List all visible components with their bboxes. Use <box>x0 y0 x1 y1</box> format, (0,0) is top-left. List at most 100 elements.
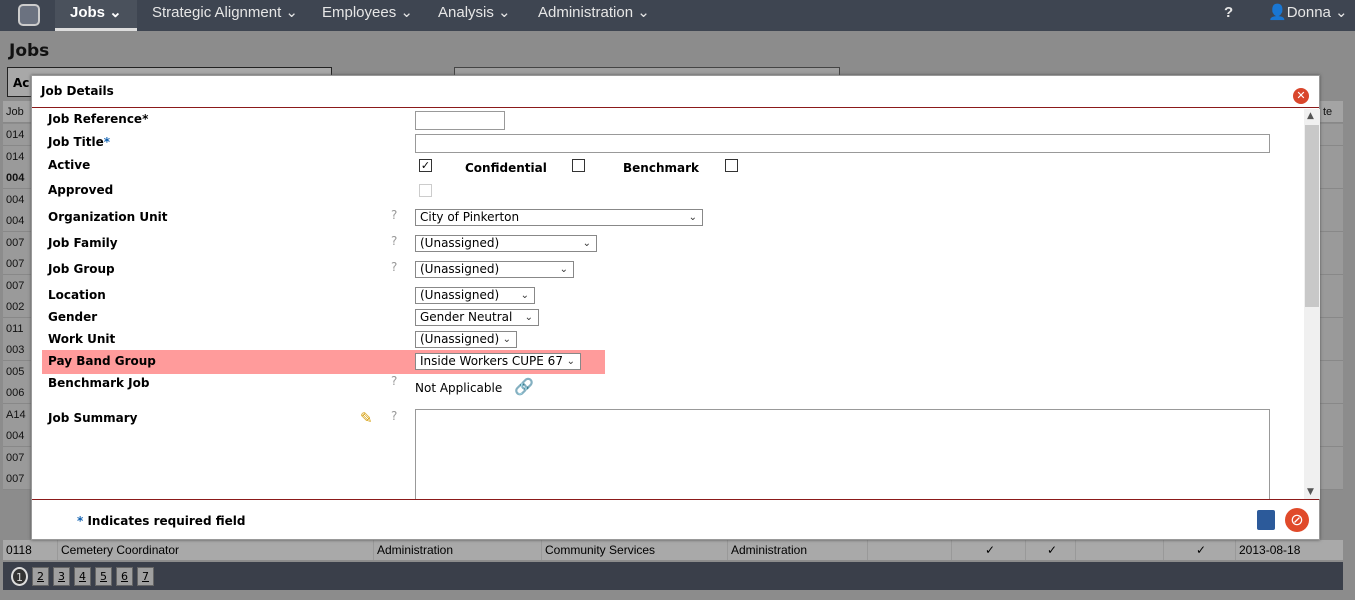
close-icon[interactable]: ✕ <box>1293 88 1309 104</box>
label-organization-unit: Organization Unit <box>48 210 168 224</box>
toolbar-label: Ac <box>13 76 30 90</box>
pagination: 1234567 <box>3 562 1343 590</box>
page-title: Jobs <box>9 41 50 61</box>
nav-label: Strategic Alignment <box>152 4 282 21</box>
job-summary-textarea[interactable] <box>415 409 1270 499</box>
page-2-button[interactable]: 2 <box>32 567 49 586</box>
dialog-title: Job Details <box>41 84 114 98</box>
nav-analysis[interactable]: Analysis ⌄ <box>438 0 511 31</box>
dialog-footer: * Indicates required field ⊘ <box>32 499 1319 541</box>
cell-title: Cemetery Coordinator <box>57 540 179 560</box>
column-header: te <box>1323 106 1333 118</box>
nav-label: Analysis <box>438 4 494 21</box>
label-benchmark-job: Benchmark Job <box>48 376 150 390</box>
cell-code: 007 <box>6 473 25 485</box>
cell-code: 004 <box>6 430 25 442</box>
cell-code: 007 <box>6 279 25 292</box>
cell-code: 004 <box>6 215 25 227</box>
user-name: Donna <box>1286 4 1331 21</box>
label-gender: Gender <box>48 310 98 324</box>
label-confidential: Confidential <box>465 161 547 175</box>
job-group-select[interactable]: (Unassigned) ⌄ <box>415 261 574 278</box>
label-job-reference: Job Reference* <box>48 112 149 126</box>
app-logo-icon[interactable] <box>18 4 40 26</box>
cell-group: Administration <box>727 540 807 560</box>
job-details-dialog: Job Details ✕ Job Reference* Job Title* … <box>31 75 1320 540</box>
nav-label: Employees <box>322 4 397 21</box>
nav-employees[interactable]: Employees ⌄ <box>322 0 413 31</box>
page-6-button[interactable]: 6 <box>116 567 133 586</box>
label-location: Location <box>48 288 106 302</box>
gender-select[interactable]: Gender Neutral ⌄ <box>415 309 539 326</box>
link-icon[interactable]: 🔗 <box>514 377 534 396</box>
cell-family: Administration <box>373 540 453 560</box>
pencil-icon[interactable]: ✎ <box>360 409 373 427</box>
nav-label: Jobs <box>70 4 106 21</box>
scroll-down-icon[interactable]: ▼ <box>1307 487 1314 497</box>
table-row[interactable]: 0118 Cemetery Coordinator Administration… <box>3 540 1343 560</box>
label-pay-band-group: Pay Band Group <box>48 354 156 368</box>
active-checkbox[interactable]: ✓ <box>419 159 432 172</box>
cell-code: A14 <box>6 408 26 421</box>
nav-administration[interactable]: Administration ⌄ <box>538 0 650 31</box>
cell-code: 014 <box>6 129 25 141</box>
cell-code: 007 <box>6 236 25 249</box>
label-job-family: Job Family <box>48 236 118 250</box>
job-title-input[interactable] <box>415 134 1270 153</box>
organization-unit-select[interactable]: City of Pinkerton ⌄ <box>415 209 703 226</box>
help-icon[interactable]: ? <box>391 260 397 274</box>
page-3-button[interactable]: 3 <box>53 567 70 586</box>
nav-jobs[interactable]: Jobs ⌄ <box>55 0 137 31</box>
user-menu[interactable]: 👤Donna ⌄ <box>1268 0 1348 31</box>
help-icon[interactable]: ? <box>391 234 397 248</box>
dialog-body: Job Reference* Job Title* Active ✓ Confi… <box>32 109 1304 499</box>
pay-band-group-select[interactable]: Inside Workers CUPE 67 ⌄ <box>415 353 581 370</box>
cancel-icon[interactable]: ⊘ <box>1285 508 1309 532</box>
cell-code: 002 <box>6 301 25 313</box>
label-job-summary: Job Summary <box>48 411 138 425</box>
cell-code: 003 <box>6 344 25 356</box>
column-header: Job <box>6 106 24 118</box>
help-icon[interactable]: ? <box>391 208 397 222</box>
label-active: Active <box>48 158 91 172</box>
nav-strategic-alignment[interactable]: Strategic Alignment ⌄ <box>152 0 298 31</box>
cell-code: 004 <box>6 193 25 206</box>
help-icon[interactable]: ? <box>391 409 397 423</box>
cell-code: 004 <box>6 172 25 184</box>
label-work-unit: Work Unit <box>48 332 116 346</box>
confidential-checkbox[interactable] <box>572 159 585 172</box>
dialog-header: Job Details ✕ <box>32 76 1319 108</box>
page-4-button[interactable]: 4 <box>74 567 91 586</box>
cell-date: 2013-08-18 <box>1235 540 1300 560</box>
dialog-scrollbar[interactable]: ▲ ▼ <box>1304 109 1320 499</box>
help-icon[interactable]: ? <box>391 374 397 388</box>
cell-code: 014 <box>6 150 25 163</box>
work-unit-select[interactable]: (Unassigned) ⌄ <box>415 331 517 348</box>
job-reference-input[interactable] <box>415 111 505 130</box>
nav-label: Administration <box>538 4 634 21</box>
save-icon[interactable] <box>1257 510 1275 530</box>
cell-code: 007 <box>6 451 25 464</box>
scrollbar-thumb[interactable] <box>1305 125 1319 307</box>
cell-check: ✓ <box>1025 540 1075 560</box>
page-5-button[interactable]: 5 <box>95 567 112 586</box>
page-1-button[interactable]: 1 <box>11 567 28 586</box>
benchmark-checkbox[interactable] <box>725 159 738 172</box>
cell-code: 006 <box>6 387 25 399</box>
cell-org: Community Services <box>541 540 655 560</box>
label-benchmark: Benchmark <box>623 161 699 175</box>
scroll-up-icon[interactable]: ▲ <box>1307 111 1314 121</box>
job-family-select[interactable]: (Unassigned) ⌄ <box>415 235 597 252</box>
help-icon[interactable]: ? <box>1224 0 1233 31</box>
cell-check: ✓ <box>1163 540 1235 560</box>
cell-check: ✓ <box>951 540 1025 560</box>
page-7-button[interactable]: 7 <box>137 567 154 586</box>
approved-checkbox[interactable] <box>419 184 432 197</box>
cell-code: 0118 <box>6 543 32 557</box>
cell-code: 007 <box>6 258 25 270</box>
cell-code: 005 <box>6 365 25 378</box>
top-nav: Jobs ⌄ Strategic Alignment ⌄ Employees ⌄… <box>0 0 1355 31</box>
label-job-group: Job Group <box>48 262 115 276</box>
required-note: * Indicates required field <box>77 514 246 528</box>
location-select[interactable]: (Unassigned) ⌄ <box>415 287 535 304</box>
